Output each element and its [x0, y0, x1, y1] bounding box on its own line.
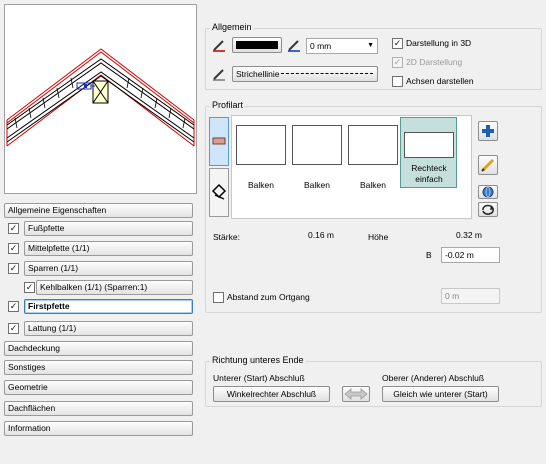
dashed-line-sample — [281, 73, 373, 74]
add-profile-button[interactable] — [478, 121, 498, 141]
richtung-title: Richtung unteres Ende — [210, 355, 306, 365]
nav-item-fusspfette[interactable]: Fußpfette — [24, 221, 193, 236]
profile-tile-label: Balken — [248, 180, 274, 190]
line-style-icon — [213, 69, 225, 81]
allgemein-title: Allgemein — [210, 22, 254, 32]
darstellung-3d-label: Darstellung in 3D — [406, 38, 472, 48]
profile-type-tab-wood[interactable] — [209, 117, 229, 166]
gleich-wie-unterer-button[interactable]: Gleich wie unterer (Start) — [382, 386, 499, 402]
nav-item-sparren[interactable]: Sparren (1/1) — [24, 261, 193, 276]
profile-tile-balken-3[interactable] — [348, 125, 398, 165]
darstellung-2d-checkbox[interactable]: ✓ — [392, 57, 403, 68]
nav-sonstiges[interactable]: Sonstiges — [4, 360, 193, 375]
line-width-icon — [288, 40, 300, 52]
plus-icon — [482, 125, 494, 137]
edit-profile-button[interactable] — [478, 155, 498, 175]
beam-icon — [212, 137, 226, 145]
refresh-icon — [482, 204, 494, 215]
achsen-checkbox[interactable] — [392, 76, 403, 87]
profile-tile-balken-2[interactable] — [292, 125, 342, 165]
unterer-abschluss-label: Unterer (Start) Abschluß — [213, 373, 305, 383]
fusspfette-checkbox[interactable]: ✓ — [8, 223, 19, 234]
hoehe-value: 0.32 m — [456, 230, 482, 240]
nav-item-mittelpfette[interactable]: Mittelpfette (1/1) — [24, 241, 193, 256]
chevron-down-icon: ▼ — [367, 42, 374, 49]
roof-preview — [4, 4, 197, 194]
nav-information[interactable]: Information — [4, 421, 193, 436]
winkelrechter-abschluss-button[interactable]: Winkelrechter Abschluß — [213, 386, 330, 402]
profilart-title: Profilart — [210, 100, 246, 110]
oberer-abschluss-label: Oberer (Anderer) Abschluß — [382, 373, 485, 383]
line-style-button[interactable]: Strichellinie — [232, 66, 378, 82]
line-width-select[interactable]: 0 mm ▼ — [306, 38, 378, 54]
line-width-value: 0 mm — [310, 41, 332, 51]
pen-color-icon — [213, 40, 225, 52]
pen-color-swatch — [236, 41, 278, 49]
profile-type-tab-steel[interactable] — [209, 168, 229, 217]
globe-icon — [482, 186, 494, 198]
steel-profile-icon — [211, 183, 227, 200]
staerke-value: 0.16 m — [308, 230, 334, 240]
ortgang-checkbox[interactable] — [213, 292, 224, 303]
pencil-icon — [481, 158, 495, 172]
achsen-label: Achsen darstellen — [406, 76, 474, 86]
profile-tile-balken-1[interactable] — [236, 125, 286, 165]
darstellung-3d-checkbox[interactable]: ✓ — [392, 38, 403, 49]
sparren-checkbox[interactable]: ✓ — [8, 263, 19, 274]
nav-item-firstpfette[interactable]: Firstpfette — [24, 299, 193, 314]
firstpfette-checkbox[interactable]: ✓ — [8, 301, 19, 312]
b-input[interactable]: -0.02 m — [441, 247, 500, 263]
ortgang-label: Abstand zum Ortgang — [227, 292, 310, 302]
nav-item-lattung[interactable]: Lattung (1/1) — [24, 321, 193, 336]
hoehe-label: Höhe — [368, 232, 389, 242]
nav-geometrie[interactable]: Geometrie — [4, 380, 193, 395]
refresh-profile-button[interactable] — [478, 202, 498, 217]
line-style-label: Strichellinie — [236, 69, 280, 79]
swap-ends-button[interactable] — [342, 386, 370, 402]
nav-allgemeine-eigenschaften[interactable]: Allgemeine Eigenschaften — [4, 203, 193, 218]
swap-arrows-icon — [344, 388, 368, 400]
b-label: B — [426, 250, 432, 260]
nav-dachdeckung[interactable]: Dachdeckung — [4, 341, 193, 356]
globe-profile-button[interactable] — [478, 185, 498, 199]
roof-section-drawing — [6, 48, 195, 147]
nav-item-kehlbalken[interactable]: Kehlbalken (1/1) (Sparren:1) — [36, 280, 193, 295]
pen-color-button[interactable] — [232, 37, 282, 53]
nav-dachflaechen[interactable]: Dachflächen — [4, 401, 193, 416]
profile-tile-label: Balken — [304, 180, 330, 190]
kehlbalken-checkbox[interactable]: ✓ — [24, 282, 35, 293]
profile-tile-label: Rechteck einfach — [411, 163, 447, 184]
staerke-label: Stärke: — [213, 232, 240, 242]
darstellung-2d-label: 2D Darstellung — [406, 57, 463, 67]
mittelpfette-checkbox[interactable]: ✓ — [8, 243, 19, 254]
profile-tile-rechteck-einfach — [404, 132, 454, 158]
profile-tile-label: Balken — [360, 180, 386, 190]
ortgang-input[interactable]: 0 m — [441, 288, 500, 304]
lattung-checkbox[interactable]: ✓ — [8, 323, 19, 334]
